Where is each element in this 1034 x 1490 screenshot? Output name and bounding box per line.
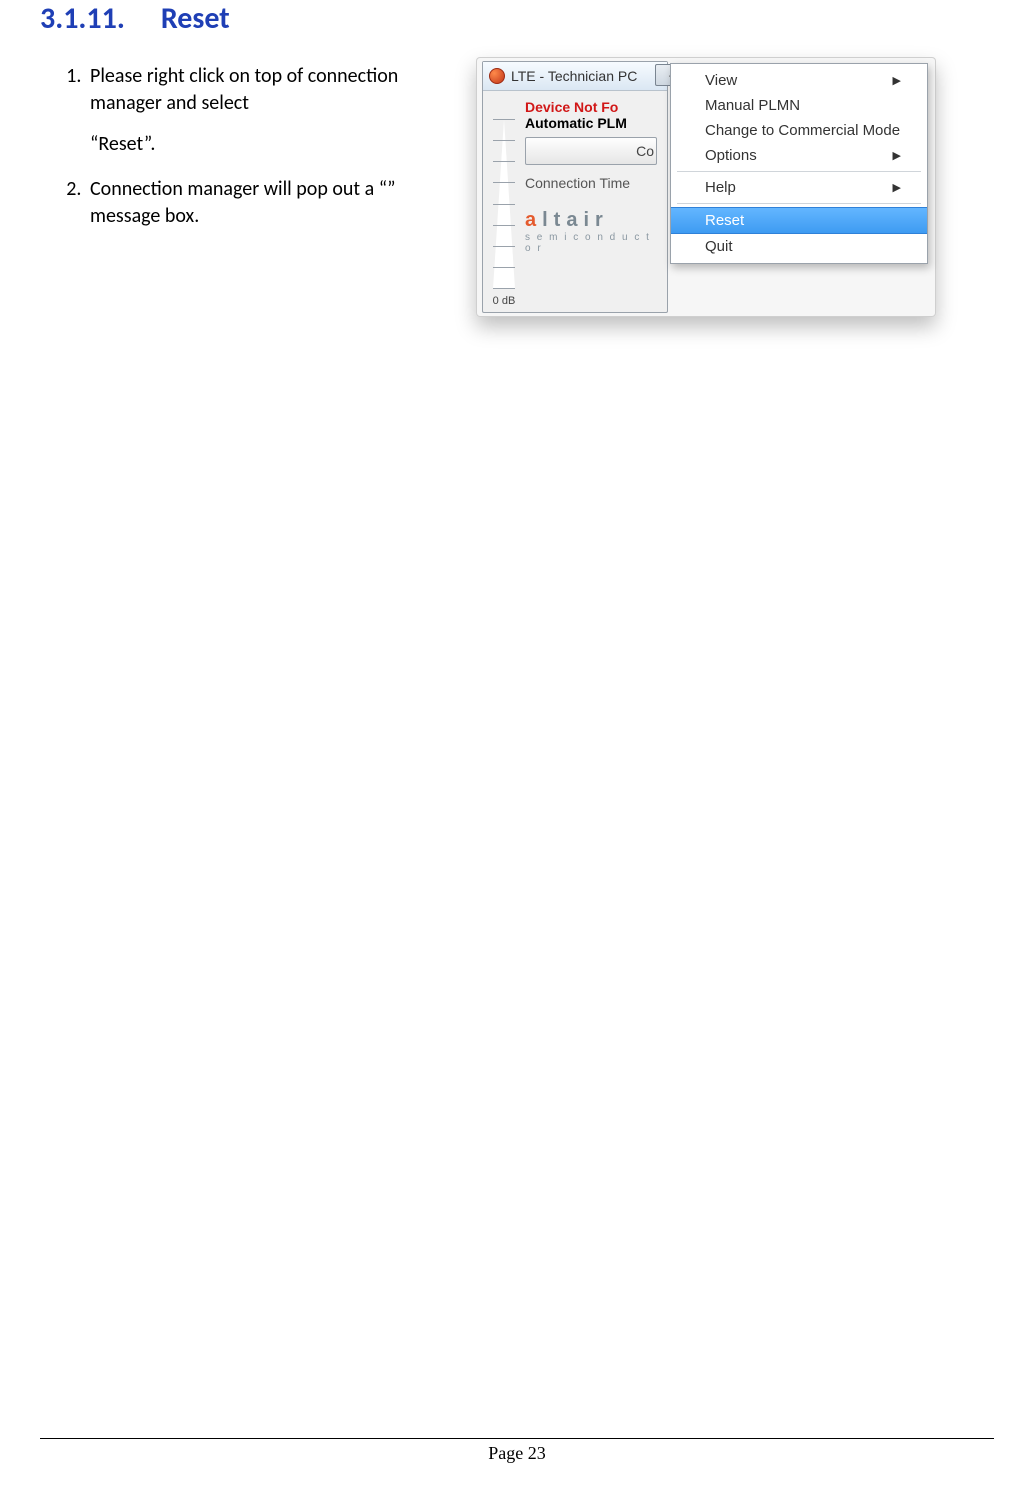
menu-item-label: Help xyxy=(705,179,736,196)
submenu-arrow-icon: ▶ xyxy=(893,74,901,87)
menu-item-change-mode[interactable]: Change to Commercial Mode xyxy=(671,118,927,143)
menu-item-label: Quit xyxy=(705,238,733,255)
menu-item-view[interactable]: View ▶ xyxy=(671,68,927,93)
connection-time-label: Connection Time xyxy=(525,175,661,191)
instruction-list: Please right click on top of connection … xyxy=(40,63,470,230)
step-1: Please right click on top of connection … xyxy=(86,63,470,158)
menu-item-options[interactable]: Options ▶ xyxy=(671,143,927,168)
section-heading: 3.1.11. Reset xyxy=(40,0,994,37)
window-title: LTE - Technician PC xyxy=(511,68,637,84)
menu-separator xyxy=(677,171,921,172)
heading-number: 3.1.11. xyxy=(40,0,125,37)
signal-meter-icon xyxy=(493,119,515,289)
step-1-text: Please right click on top of connection … xyxy=(90,64,398,115)
window-controls: – □ × xyxy=(655,64,667,86)
menu-item-reset[interactable]: Reset xyxy=(671,207,927,234)
page-footer: Page 23 xyxy=(40,1438,994,1464)
step-2: Connection manager will pop out a “” mes… xyxy=(86,176,470,230)
submenu-arrow-icon: ▶ xyxy=(893,149,901,162)
menu-item-label: Options xyxy=(705,147,757,164)
menu-item-label: View xyxy=(705,72,737,89)
context-menu: View ▶ Manual PLMN Change to Commercial … xyxy=(670,63,928,264)
heading-title: Reset xyxy=(161,0,230,37)
menu-item-help[interactable]: Help ▶ xyxy=(671,175,927,200)
menu-separator xyxy=(677,203,921,204)
device-not-found-label: Device Not Fo xyxy=(525,99,661,115)
menu-item-quit[interactable]: Quit xyxy=(671,234,927,259)
menu-item-manual-plmn[interactable]: Manual PLMN xyxy=(671,93,927,118)
connect-button[interactable]: Co xyxy=(525,137,657,165)
brand-logo: altair s e m i c o n d u c t o r xyxy=(525,209,661,254)
screenshot-figure: LTE - Technician PC – □ × xyxy=(476,57,936,317)
window-titlebar[interactable]: LTE - Technician PC – □ × xyxy=(483,62,667,91)
step-1-sub: “Reset”. xyxy=(90,131,470,158)
menu-item-label: Change to Commercial Mode xyxy=(705,122,900,139)
menu-item-label: Manual PLMN xyxy=(705,97,800,114)
step-2-text: Connection manager will pop out a “” mes… xyxy=(90,177,395,228)
brand-subtext: s e m i c o n d u c t o r xyxy=(525,232,661,254)
app-icon xyxy=(489,68,505,84)
signal-value: 0 dB xyxy=(493,295,516,307)
signal-column: 0 dB xyxy=(489,99,519,307)
submenu-arrow-icon: ▶ xyxy=(893,181,901,194)
minimize-button[interactable]: – xyxy=(655,64,667,86)
app-window: LTE - Technician PC – □ × xyxy=(482,61,668,313)
connect-button-label: Co xyxy=(636,143,654,159)
automatic-plmn-label: Automatic PLM xyxy=(525,115,661,131)
page-number: Page 23 xyxy=(488,1443,546,1463)
menu-item-label: Reset xyxy=(705,212,744,229)
